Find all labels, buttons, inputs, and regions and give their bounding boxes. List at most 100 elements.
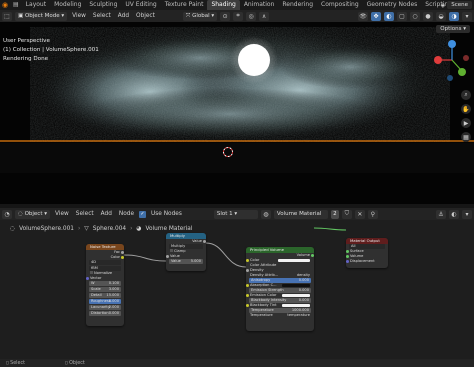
camera-icon[interactable]: ▶: [461, 118, 471, 128]
editor-type-icon[interactable]: ⬚: [2, 11, 12, 21]
proportional-edit-icon[interactable]: ◎: [246, 11, 257, 21]
unlink-x-icon[interactable]: ✕: [354, 209, 365, 219]
shading-rendered-icon[interactable]: ◑: [449, 11, 459, 21]
socket-density[interactable]: [246, 269, 249, 272]
falloff-icon[interactable]: ∧: [259, 11, 270, 21]
axis-z-icon[interactable]: [448, 40, 456, 48]
viewport-3d[interactable]: User Perspective (1) Collection | Volume…: [0, 22, 474, 204]
overlay-toggle-icon[interactable]: ◐: [384, 11, 394, 21]
shading-wireframe-icon[interactable]: ○: [410, 11, 420, 21]
shading-solid-icon[interactable]: ●: [423, 11, 433, 21]
link-fac-value[interactable]: [123, 254, 167, 262]
axis-neg-z-icon[interactable]: [447, 75, 453, 81]
material-output-node[interactable]: Material Output All Surface Volume Displ…: [346, 238, 388, 268]
snap-icon[interactable]: ⌗: [233, 11, 244, 21]
tab-shading[interactable]: Shading: [207, 0, 240, 10]
shading-options-icon[interactable]: ▾: [462, 11, 472, 21]
socket-displacement[interactable]: [346, 260, 349, 263]
options-dropdown[interactable]: Options ▾: [436, 25, 470, 33]
field-scale[interactable]: Scale 3.000: [89, 287, 121, 292]
link-volume-output[interactable]: [313, 227, 347, 231]
tab-layout[interactable]: Layout: [22, 0, 50, 10]
socket-absorption[interactable]: [246, 284, 249, 287]
socket-blackbody-tint[interactable]: [246, 304, 249, 307]
tab-file-menu[interactable]: ▤: [10, 0, 22, 10]
normalize-checkbox[interactable]: [90, 271, 93, 274]
scene-name-field[interactable]: Scene: [447, 1, 472, 9]
tab-animation[interactable]: Animation: [240, 0, 279, 10]
use-nodes-checkbox[interactable]: ✓: [139, 210, 147, 218]
socket-fac[interactable]: [121, 251, 124, 254]
menu-node[interactable]: Node: [117, 211, 136, 217]
principled-volume-node[interactable]: Principled Volume Volume Color Color Att…: [246, 247, 314, 331]
menu-select[interactable]: Select: [91, 13, 113, 19]
tab-rendering[interactable]: Rendering: [278, 0, 317, 10]
temperature-attribute-row[interactable]: Temperature temperature: [246, 313, 314, 318]
overlay-nodes-icon[interactable]: ◐: [449, 209, 459, 219]
material-users-count[interactable]: 2: [330, 209, 339, 219]
axis-neg-x-icon[interactable]: [463, 55, 469, 61]
tab-uv-editing[interactable]: UV Editing: [121, 0, 160, 10]
socket-emission-color[interactable]: [246, 294, 249, 297]
field-detail[interactable]: Detail 15.000: [89, 293, 121, 298]
menu-node-add[interactable]: Add: [99, 211, 114, 217]
fake-user-shield-icon[interactable]: ⛉: [341, 209, 352, 219]
noise-texture-node[interactable]: Noise Texture Fac Color 4D fBM Normalize…: [86, 244, 124, 326]
menu-node-select[interactable]: Select: [74, 211, 96, 217]
field-roughness[interactable]: Roughness 0.000: [89, 299, 121, 304]
pin-icon[interactable]: ⚲: [367, 209, 378, 219]
axis-x-icon[interactable]: [434, 56, 442, 64]
emission-color-swatch[interactable]: [282, 294, 310, 297]
socket-color-in[interactable]: [246, 259, 249, 262]
menu-add[interactable]: Add: [116, 13, 131, 19]
field-lacunarity[interactable]: Lacunarity 2.000: [89, 305, 121, 310]
socket-color[interactable]: [121, 256, 124, 259]
multiply-node[interactable]: Multiply Value Multiply Clamp Value Valu…: [166, 233, 206, 271]
absorption-swatch[interactable]: [282, 284, 310, 287]
node-overlay-options-icon[interactable]: ▾: [462, 209, 472, 219]
clamp-checkbox[interactable]: [170, 249, 173, 252]
socket-value-in[interactable]: [166, 255, 169, 258]
material-slot-dropdown[interactable]: Slot 1 ▾: [213, 209, 258, 219]
blackbody-tint-swatch[interactable]: [282, 304, 310, 307]
material-browse-icon[interactable]: ◍: [260, 209, 271, 219]
shader-editor-type-icon[interactable]: ◔: [2, 209, 12, 219]
gizmo-toggle-icon[interactable]: ✥: [371, 11, 381, 21]
shading-material-icon[interactable]: ◒: [436, 11, 446, 21]
tab-geometry-nodes[interactable]: Geometry Nodes: [363, 0, 422, 10]
blender-logo-icon[interactable]: ◉: [0, 0, 10, 10]
pan-hand-icon[interactable]: ✋: [461, 104, 471, 114]
color-swatch[interactable]: [278, 259, 310, 262]
menu-object[interactable]: Object: [134, 13, 157, 19]
tab-sculpting[interactable]: Sculpting: [85, 0, 121, 10]
field-distortion[interactable]: Distortion 0.000: [89, 311, 121, 316]
tab-compositing[interactable]: Compositing: [317, 0, 363, 10]
mode-dropdown[interactable]: ▣ Object Mode ▾: [15, 11, 68, 21]
field-w[interactable]: W 0.100: [89, 281, 121, 286]
transform-orientation-dropdown[interactable]: ⤧ Global ▾: [182, 11, 218, 21]
link-value-density[interactable]: [205, 242, 247, 268]
menu-view[interactable]: View: [70, 13, 88, 19]
xray-icon[interactable]: ▢: [397, 11, 407, 21]
ortho-grid-icon[interactable]: ▦: [461, 132, 471, 142]
clamp-label: Clamp: [174, 249, 186, 253]
tab-texture-paint[interactable]: Texture Paint: [161, 0, 208, 10]
shader-type-dropdown[interactable]: ◌ Object ▾: [15, 209, 50, 219]
dimensions-dropdown[interactable]: 4D: [89, 260, 121, 265]
socket-surface[interactable]: [346, 250, 349, 253]
snap-nodes-icon[interactable]: ⚓: [436, 209, 446, 219]
material-name-field[interactable]: Volume Material: [273, 209, 328, 219]
field-multiply-value[interactable]: Value 5.000: [169, 259, 203, 264]
socket-value-out[interactable]: [203, 240, 206, 243]
socket-volume-out[interactable]: [311, 254, 314, 257]
socket-vector[interactable]: [86, 277, 89, 280]
socket-volume-in[interactable]: [346, 255, 349, 258]
field-detail-value: 15.000: [106, 293, 119, 297]
menu-node-view[interactable]: View: [53, 211, 71, 217]
axis-y-icon[interactable]: [458, 68, 466, 76]
tab-modeling[interactable]: Modeling: [50, 0, 85, 10]
shader-node-editor[interactable]: ◌ VolumeSphere.001 › ▽ Sphere.004 › ◕ Vo…: [0, 220, 474, 359]
visibility-icon[interactable]: 👁: [358, 11, 368, 21]
zoom-icon[interactable]: ⌕: [461, 90, 471, 100]
pivot-icon[interactable]: ⊙: [220, 11, 231, 21]
